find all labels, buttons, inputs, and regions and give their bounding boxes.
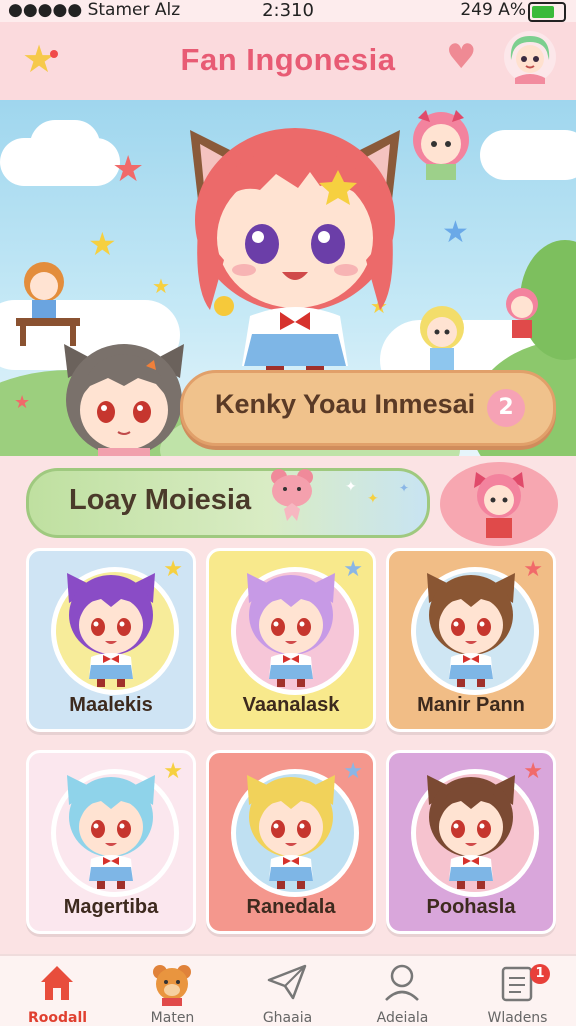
gray-hair-character: [64, 344, 184, 456]
character-avatar: [427, 573, 515, 687]
character-avatar: [427, 775, 515, 889]
bear-icon: [153, 965, 191, 1006]
profile-avatar[interactable]: [503, 30, 557, 84]
nav-item-profile[interactable]: Adeiala: [345, 956, 460, 1026]
character-card[interactable]: ★ Manir Pann: [386, 548, 556, 732]
star-icon: ★: [343, 557, 363, 582]
pink-bear-icon: [271, 469, 313, 521]
character-name: Magertiba: [63, 896, 159, 918]
cloud: [480, 130, 576, 180]
character-avatar: [67, 573, 155, 687]
character-bubble[interactable]: [440, 462, 558, 546]
star-icon: ★: [152, 274, 170, 298]
page-title: Fan Ingonesia: [180, 42, 396, 77]
star-icon: ★: [112, 149, 145, 190]
bottom-nav: Roodall Maten Ghaaia Adeiala 1 Wladens: [0, 954, 576, 1026]
featured-banner-text: Kenky Yoau Inmesai: [215, 389, 476, 419]
character-name: Ranedala: [246, 896, 336, 918]
heart-icon[interactable]: ♥: [446, 40, 476, 74]
main-character-illustration: [190, 128, 400, 380]
app-header: ★ Fan Ingonesia ♥: [0, 22, 576, 104]
nav-item-bear[interactable]: Maten: [115, 956, 230, 1026]
star-icon: ★: [14, 392, 31, 413]
battery-percent: 249 A%: [460, 0, 526, 20]
battery-icon: [528, 2, 566, 22]
character-avatar: [247, 775, 335, 889]
character-name: Vaanalask: [242, 694, 340, 716]
star-icon: ★: [343, 759, 363, 784]
character-avatar: [67, 775, 155, 889]
cloud: [30, 120, 100, 170]
star-icon: ★: [88, 225, 117, 263]
character-avatar: [247, 573, 335, 687]
status-bar: ●●●●● Stamer Alz 2:310 249 A%: [0, 0, 576, 22]
star-icon: ★: [523, 759, 543, 784]
nav-item-notes[interactable]: 1 Wladens: [460, 956, 575, 1026]
character-card[interactable]: ★ Maalekis: [26, 548, 196, 732]
featured-banner[interactable]: Kenky Yoau Inmesai 2: [180, 370, 556, 446]
profile-icon: [385, 964, 419, 1001]
character-name: Maalekis: [69, 694, 153, 716]
character-card[interactable]: ★ Ranedala: [206, 750, 376, 934]
featured-count-badge: 2: [487, 389, 525, 427]
star-icon: ★: [163, 759, 183, 784]
secondary-banner-text: Loay Moiesia: [69, 484, 252, 516]
character-card[interactable]: ★ Vaanalask: [206, 548, 376, 732]
character-name: Poohasla: [426, 896, 516, 918]
sparkle-icon: ✦: [399, 481, 410, 495]
mini-character: [474, 472, 524, 538]
hero-banner-area: ★ ★ ★ ★ ★ ★: [0, 100, 576, 456]
nav-item-send[interactable]: Ghaaia: [230, 956, 345, 1026]
mini-character: [413, 110, 469, 180]
sparkle-icon: ✦: [367, 491, 379, 507]
nav-item-home[interactable]: Roodall: [0, 956, 115, 1026]
mini-character: [16, 262, 80, 346]
star-icon: ★: [163, 557, 183, 582]
star-icon: ★: [442, 215, 469, 250]
character-card[interactable]: ★ Poohasla: [386, 750, 556, 934]
mini-character: [506, 288, 538, 338]
character-card[interactable]: ★ Magertiba: [26, 750, 196, 934]
secondary-banner[interactable]: Loay Moiesia ✦ ✦ ✦: [26, 468, 430, 538]
star-icon: ★: [523, 557, 543, 582]
sparkle-icon: ✦: [345, 479, 357, 495]
mini-character: [420, 306, 464, 372]
notification-badge: 1: [530, 964, 550, 984]
character-name: Manir Pann: [417, 694, 525, 716]
home-icon: [41, 966, 73, 1000]
paper-plane-icon: [267, 964, 307, 1000]
